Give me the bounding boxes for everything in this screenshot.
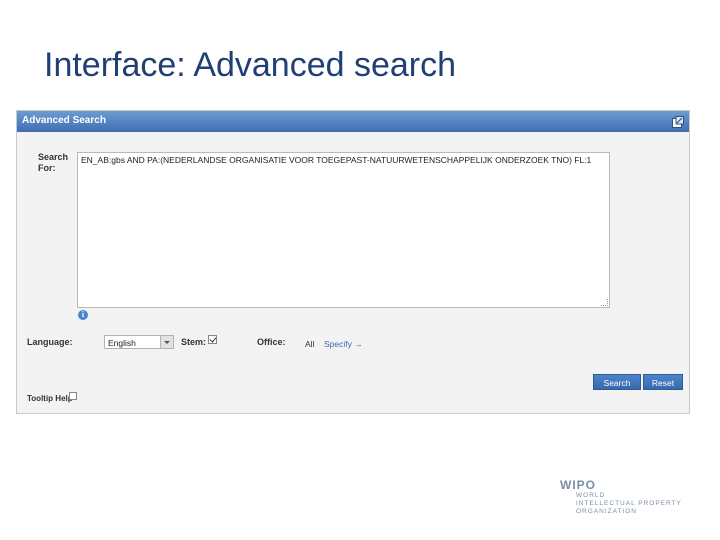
office-label: Office: (257, 337, 286, 347)
logo-line-3: ORGANIZATION (560, 508, 682, 516)
tooltip-help-label: Tooltip Help (27, 394, 73, 403)
chevron-down-icon[interactable] (160, 336, 173, 348)
logo-line-2: INTELLECTUAL PROPERTY (560, 500, 682, 508)
tooltip-help-checkbox[interactable] (69, 392, 77, 400)
logo-word: WIPO (560, 478, 682, 492)
language-value: English (108, 338, 136, 348)
stem-checkbox[interactable] (208, 335, 217, 344)
panel-title: Advanced Search (22, 115, 106, 126)
language-label: Language: (27, 337, 73, 347)
reset-button[interactable]: Reset (643, 374, 683, 390)
wipo-logo: WIPO WORLD INTELLECTUAL PROPERTY ORGANIZ… (560, 478, 682, 516)
popout-icon[interactable] (672, 115, 684, 127)
advanced-search-panel: Advanced Search Search For: EN_AB:gbs AN… (16, 110, 690, 414)
slide-title: Interface: Advanced search (44, 46, 456, 85)
language-select[interactable]: English (104, 335, 174, 349)
search-for-label: Search For: (38, 152, 72, 174)
office-value: All (305, 339, 314, 349)
logo-line-1: WORLD (560, 492, 682, 500)
specify-office-link[interactable]: Specify → (324, 339, 363, 349)
search-query-text: EN_AB:gbs AND PA:(NEDERLANDSE ORGANISATI… (81, 155, 606, 165)
stem-label: Stem: (181, 337, 206, 347)
panel-titlebar: Advanced Search (17, 111, 689, 132)
info-icon[interactable]: i (78, 310, 88, 320)
search-query-field[interactable]: EN_AB:gbs AND PA:(NEDERLANDSE ORGANISATI… (77, 152, 610, 308)
search-button[interactable]: Search (593, 374, 641, 390)
resize-grip-icon[interactable] (601, 299, 608, 306)
